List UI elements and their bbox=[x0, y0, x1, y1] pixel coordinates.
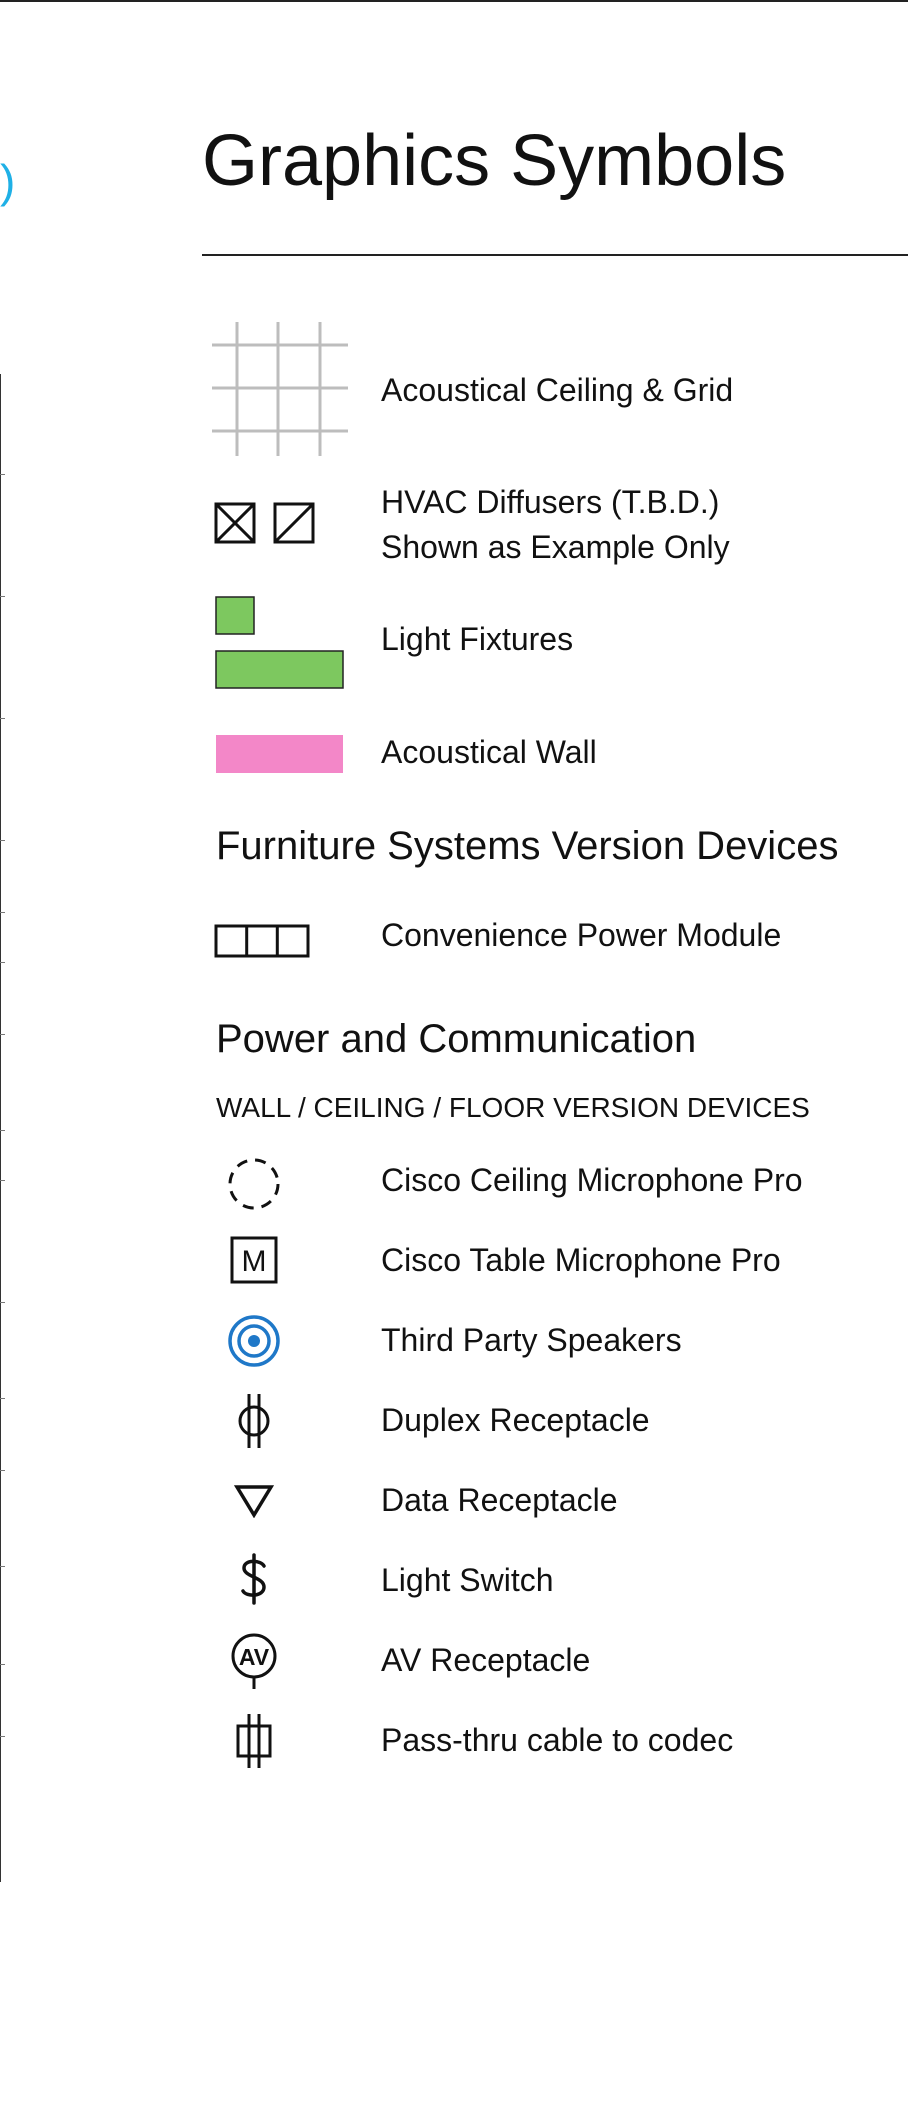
power-item-label: Cisco Table Microphone Pro bbox=[381, 1242, 781, 1278]
power-item-label: Light Switch bbox=[381, 1562, 554, 1598]
light-fixture-icons bbox=[215, 596, 344, 689]
table-mic-icon: M bbox=[230, 1236, 278, 1284]
left-page-fragment: ) bbox=[0, 155, 16, 207]
table-mic-icon-letter: M bbox=[242, 1245, 267, 1278]
av-icon-text: AV bbox=[239, 1644, 270, 1670]
left-page-edge-line bbox=[0, 374, 1, 1882]
power-item-label: Third Party Speakers bbox=[381, 1322, 682, 1358]
left-tick bbox=[0, 962, 5, 963]
power-item-label: AV Receptacle bbox=[381, 1642, 591, 1678]
power-section-subheading: WALL / CEILING / FLOOR VERSION DEVICES bbox=[216, 1092, 810, 1123]
left-tick bbox=[0, 596, 5, 597]
pass-thru-icon bbox=[236, 1714, 272, 1768]
left-tick bbox=[0, 912, 5, 913]
acoustical-wall-icon bbox=[216, 735, 343, 773]
power-module-icon bbox=[214, 924, 310, 958]
power-item-label: Duplex Receptacle bbox=[381, 1402, 650, 1438]
power-module-label: Convenience Power Module bbox=[381, 917, 782, 953]
duplex-receptacle-icon bbox=[238, 1394, 270, 1448]
av-receptacle-icon: AV bbox=[231, 1633, 277, 1689]
ceiling-grid-icon bbox=[212, 322, 348, 456]
power-item-label: Data Receptacle bbox=[381, 1482, 618, 1518]
left-tick bbox=[0, 1664, 5, 1665]
speaker-icon bbox=[228, 1315, 280, 1367]
left-tick bbox=[0, 1130, 5, 1131]
hvac-label-line1: HVAC Diffusers (T.B.D.) bbox=[381, 484, 720, 520]
left-tick bbox=[0, 1566, 5, 1567]
left-tick bbox=[0, 1470, 5, 1471]
hvac-diffuser-icons bbox=[214, 502, 315, 544]
ceiling-grid-label: Acoustical Ceiling & Grid bbox=[381, 372, 734, 408]
left-tick bbox=[0, 840, 5, 841]
data-receptacle-icon bbox=[234, 1485, 274, 1518]
left-tick bbox=[0, 718, 5, 719]
light-switch-icon bbox=[241, 1553, 266, 1605]
light-fixtures-label: Light Fixtures bbox=[381, 621, 574, 657]
left-tick bbox=[0, 1180, 5, 1181]
left-tick bbox=[0, 1398, 5, 1399]
left-tick bbox=[0, 1034, 5, 1035]
power-section-heading: Power and Communication bbox=[216, 1017, 697, 1061]
power-item-label: Pass-thru cable to codec bbox=[381, 1722, 734, 1758]
left-tick bbox=[0, 1736, 5, 1737]
page-title: Graphics Symbols bbox=[202, 121, 787, 201]
hvac-label-line2: Shown as Example Only bbox=[381, 529, 730, 565]
power-item-label: Cisco Ceiling Microphone Pro bbox=[381, 1162, 803, 1198]
furniture-section-heading: Furniture Systems Version Devices bbox=[216, 824, 839, 868]
top-border bbox=[0, 0, 908, 2]
left-tick bbox=[0, 1302, 5, 1303]
left-tick bbox=[0, 474, 5, 475]
ceiling-mic-icon bbox=[228, 1158, 280, 1210]
acoustical-wall-label: Acoustical Wall bbox=[381, 734, 597, 770]
title-divider bbox=[202, 254, 908, 256]
